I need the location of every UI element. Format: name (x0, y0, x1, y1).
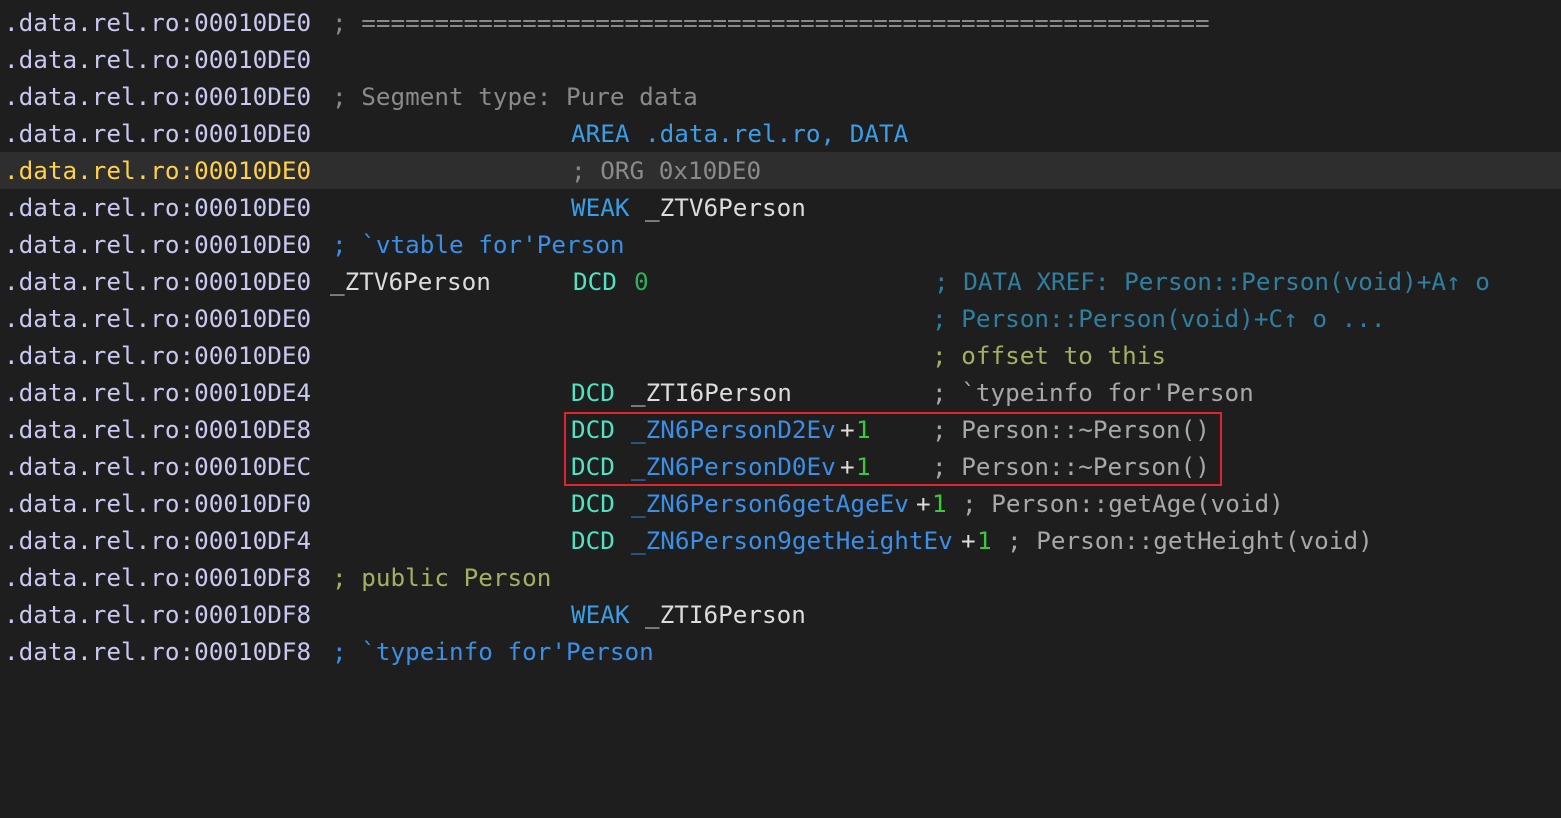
symbol-operand[interactable]: _ZTI6Person (631, 374, 792, 411)
instruction: DCD (571, 489, 615, 518)
comment: ; Person::~Person() (932, 452, 1210, 481)
org-comment: ; ORG 0x10DE0 (571, 156, 762, 185)
listing-line[interactable]: .data.rel.ro:00010DE0 ; Person::Person(v… (0, 300, 1561, 337)
separator-comment: ; ======================================… (332, 8, 1210, 37)
address: .data.rel.ro:00010DF0 (4, 489, 312, 518)
address: .data.rel.ro:00010DE0 (4, 45, 312, 74)
symbol-operand[interactable]: _ZN6Person6getAgeEv (631, 485, 909, 522)
instruction: DCD (571, 415, 615, 444)
listing-line[interactable]: .data.rel.ro:00010DE0 _ZTV6Person DCD 0 … (0, 263, 1561, 300)
listing-line[interactable]: .data.rel.ro:00010DE8 DCD _ZN6PersonD2Ev… (0, 411, 1561, 448)
address: .data.rel.ro:00010DE0 (4, 82, 312, 111)
listing-line[interactable]: .data.rel.ro:00010DEC DCD _ZN6PersonD0Ev… (0, 448, 1561, 485)
listing-line[interactable]: .data.rel.ro:00010DF0 DCD _ZN6Person6get… (0, 485, 1561, 522)
address: .data.rel.ro:00010DE0 (4, 156, 312, 185)
instruction: DCD (573, 267, 617, 296)
symbol-operand[interactable]: _ZTV6Person (645, 189, 806, 226)
listing-line[interactable]: .data.rel.ro:00010DE0 ; Segment type: Pu… (0, 78, 1561, 115)
listing-line[interactable]: .data.rel.ro:00010DF4 DCD _ZN6Person9get… (0, 522, 1561, 559)
number: 0 (634, 267, 649, 296)
symbol-operand[interactable]: _ZN6Person9getHeightEv (631, 522, 953, 559)
directive: WEAK (571, 193, 630, 222)
listing-line[interactable]: .data.rel.ro:00010DE4 DCD _ZTI6Person ; … (0, 374, 1561, 411)
listing-line[interactable]: .data.rel.ro:00010DF8 ; public Person (0, 559, 1561, 596)
symbol-operand[interactable]: _ZTI6Person (645, 596, 806, 633)
address: .data.rel.ro:00010DE0 (4, 267, 312, 296)
segment-comment: ; Segment type: Pure data (332, 82, 698, 111)
plus-sign: + (916, 489, 931, 518)
address: .data.rel.ro:00010DE8 (4, 415, 312, 444)
vtable-comment: ; `vtable for'Person (332, 230, 625, 259)
listing-line[interactable]: .data.rel.ro:00010DE0 WEAK _ZTV6Person (0, 189, 1561, 226)
instruction: DCD (571, 526, 615, 555)
address: .data.rel.ro:00010DE4 (4, 378, 312, 407)
offset-comment: ; offset to this (932, 341, 1167, 370)
label[interactable]: _ZTV6Person (330, 263, 491, 300)
address: .data.rel.ro:00010DE0 (4, 193, 312, 222)
number: 1 (932, 489, 947, 518)
plus-sign: + (840, 452, 855, 481)
number: 1 (856, 452, 871, 481)
typeinfo-comment: ; `typeinfo for'Person (332, 637, 654, 666)
operand: .data.rel.ro, DATA (645, 119, 909, 148)
address: .data.rel.ro:00010DE0 (4, 119, 312, 148)
listing-line[interactable]: .data.rel.ro:00010DE0 ; offset to this (0, 337, 1561, 374)
address: .data.rel.ro:00010DF8 (4, 600, 312, 629)
address: .data.rel.ro:00010DE0 (4, 230, 312, 259)
address: .data.rel.ro:00010DE0 (4, 304, 312, 333)
number: 1 (856, 415, 871, 444)
comment: ; Person::getAge(void) (962, 489, 1284, 518)
symbol-operand[interactable]: _ZN6PersonD0Ev (631, 448, 836, 485)
listing-line[interactable]: .data.rel.ro:00010DE0 (0, 41, 1561, 78)
public-comment: ; public Person (332, 563, 552, 592)
listing-line[interactable]: .data.rel.ro:00010DE0 AREA .data.rel.ro,… (0, 115, 1561, 152)
listing-line[interactable]: .data.rel.ro:00010DE0 ; `vtable for'Pers… (0, 226, 1561, 263)
address: .data.rel.ro:00010DF8 (4, 563, 312, 592)
xref-comment[interactable]: ; DATA XREF: Person::Person(void)+A↑ o (934, 263, 1490, 300)
listing-line[interactable]: .data.rel.ro:00010DE0 ; ================… (0, 4, 1561, 41)
directive: AREA (571, 119, 630, 148)
plus-sign: + (840, 415, 855, 444)
number: 1 (977, 526, 992, 555)
listing-line[interactable]: .data.rel.ro:00010DF8 ; `typeinfo for'Pe… (0, 633, 1561, 670)
instruction: DCD (571, 378, 615, 407)
plus-sign: + (961, 526, 976, 555)
symbol-operand[interactable]: _ZN6PersonD2Ev (631, 411, 836, 448)
disassembly-listing[interactable]: .data.rel.ro:00010DE0 ; ================… (0, 0, 1561, 672)
listing-line[interactable]: .data.rel.ro:00010DF8 WEAK _ZTI6Person (0, 596, 1561, 633)
current-line[interactable]: .data.rel.ro:00010DE0 ; ORG 0x10DE0 (0, 152, 1561, 189)
comment: ; Person::getHeight(void) (1007, 526, 1373, 555)
address: .data.rel.ro:00010DE0 (4, 341, 312, 370)
address: .data.rel.ro:00010DEC (4, 452, 312, 481)
instruction: DCD (571, 452, 615, 481)
xref-comment[interactable]: ; Person::Person(void)+C↑ o ... (932, 300, 1385, 337)
address: .data.rel.ro:00010DF4 (4, 526, 312, 555)
comment: ; `typeinfo for'Person (932, 378, 1254, 407)
address: .data.rel.ro:00010DF8 (4, 637, 312, 666)
directive: WEAK (571, 600, 630, 629)
address: .data.rel.ro:00010DE0 (4, 8, 312, 37)
comment: ; Person::~Person() (932, 415, 1210, 444)
